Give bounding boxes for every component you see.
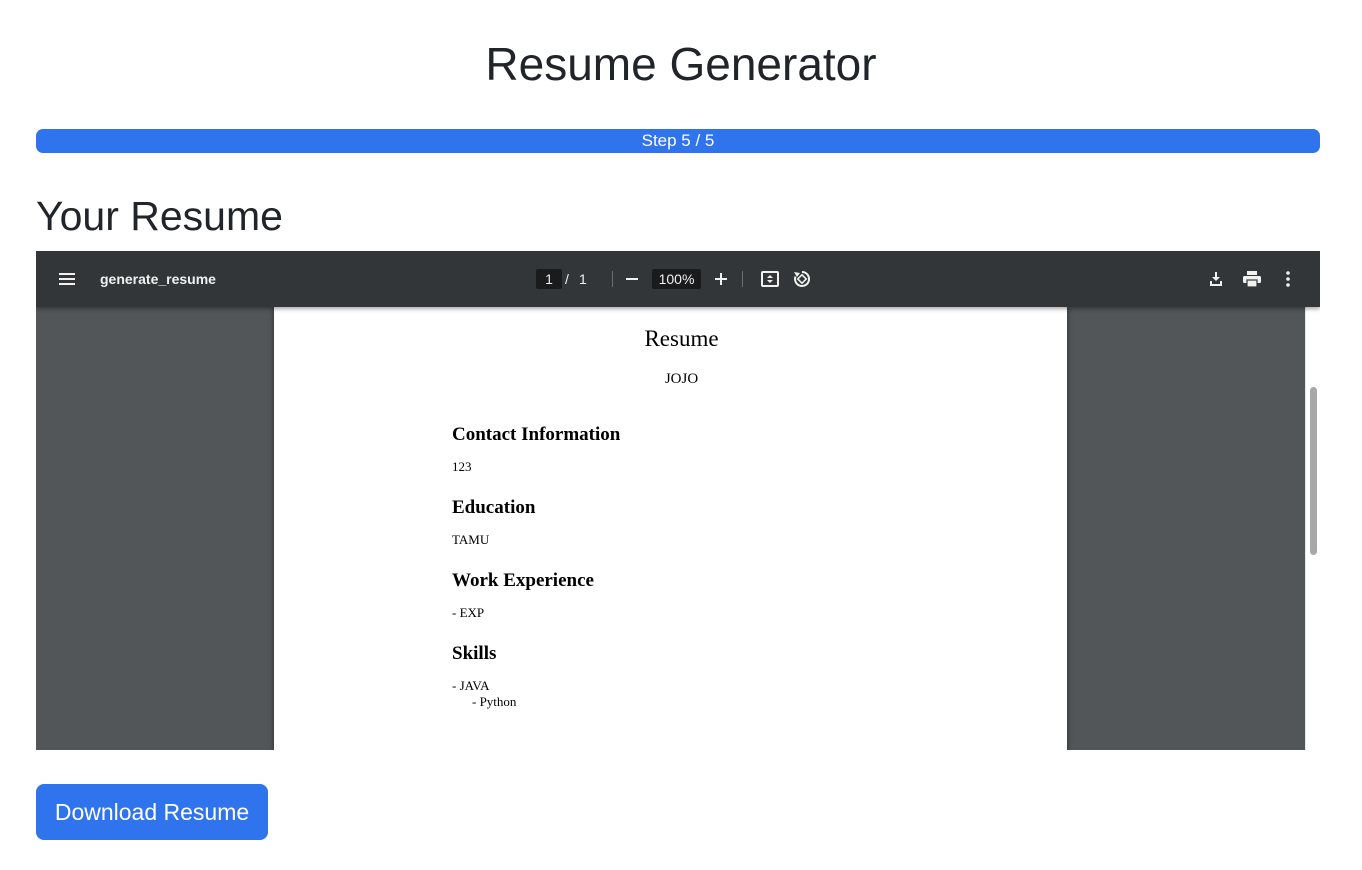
rotate-icon[interactable] [790, 267, 814, 291]
resume-heading: Resume [644, 326, 719, 351]
resume-section-line: - EXP [452, 605, 485, 620]
progress-bar-track: Step 5 / 5 [36, 129, 1320, 153]
resume-name: JOJO [664, 371, 699, 387]
download-icon[interactable] [1204, 267, 1228, 291]
hamburger-menu-icon[interactable] [56, 267, 80, 291]
more-vertical-icon[interactable] [1276, 267, 1300, 291]
page-title: Resume Generator [485, 38, 877, 90]
zoom-out-icon[interactable] [620, 267, 644, 291]
progress-bar-fill: Step 5 / 5 [36, 129, 1320, 153]
page-total: 1 [579, 271, 587, 287]
pdf-document-title: generate_resume [100, 271, 216, 287]
zoom-in-icon[interactable] [709, 267, 733, 291]
pdf-scrollbar[interactable] [1305, 307, 1320, 750]
resume-section-title-education: Education [452, 497, 536, 518]
resume-section-title-skills: Skills [452, 643, 497, 664]
resume-section-line: 123 [452, 459, 472, 474]
download-resume-button[interactable]: Download Resume [36, 784, 268, 840]
resume-section-line: TAMU [452, 532, 490, 547]
section-title: Your Resume [36, 193, 283, 239]
toolbar-divider [612, 271, 613, 287]
pdf-toolbar: generate_resume / 1 [36, 251, 1320, 307]
pdf-viewer[interactable]: generate_resume / 1 Resume JOJO [36, 251, 1320, 750]
resume-section-title-contact: Contact Information [452, 424, 621, 445]
resume-section-line: - Python [472, 694, 517, 709]
fit-to-page-icon[interactable] [758, 267, 782, 291]
zoom-level-input[interactable] [652, 269, 701, 289]
page-number-input[interactable] [536, 269, 562, 289]
page-separator: / [565, 271, 569, 287]
resume-section-title-work-experience: Work Experience [452, 570, 594, 591]
pdf-scrollbar-thumb[interactable] [1310, 387, 1317, 555]
toolbar-divider [742, 271, 743, 287]
print-icon[interactable] [1240, 267, 1264, 291]
pdf-page: Resume JOJO Contact Information 123 Educ… [274, 307, 1067, 750]
resume-section-line: - JAVA [452, 678, 490, 693]
